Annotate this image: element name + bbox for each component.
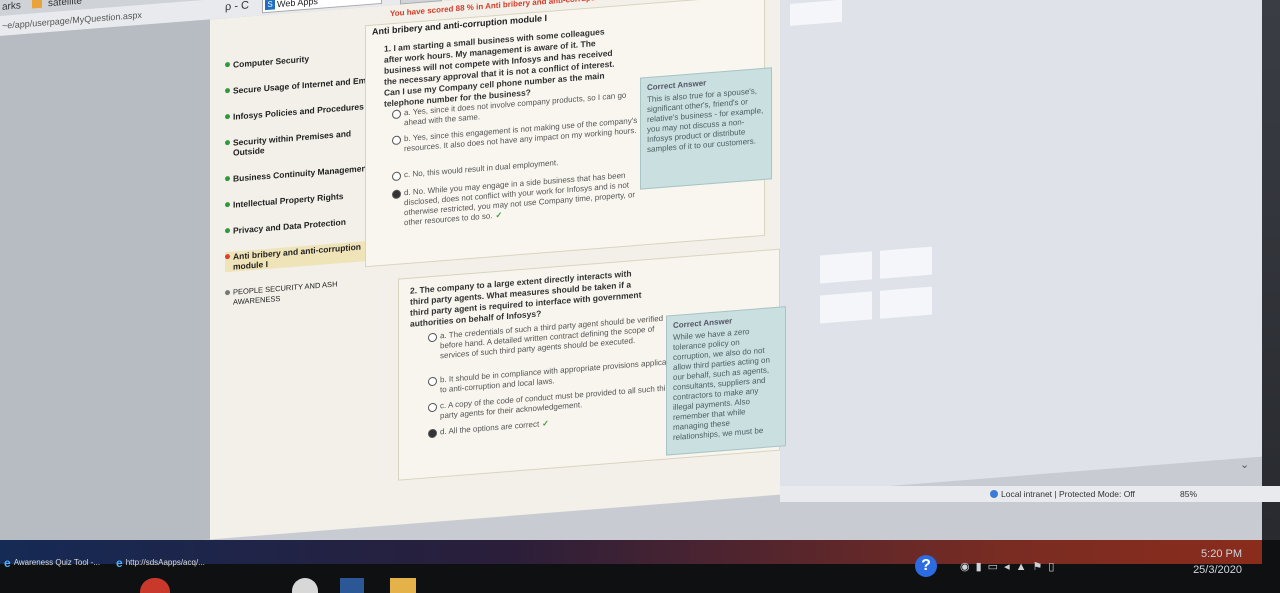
radio-button[interactable] [392,171,401,182]
taskbar-app-acq[interactable]: e http://sdsAapps/acq/... [116,556,205,570]
status-dot-icon [225,61,230,68]
display-icon[interactable]: ▯ [1048,561,1060,573]
security-zone-label: Local intranet | Protected Mode: Off [1001,489,1135,499]
app-tab-icon: S [265,0,275,11]
clock-time: 5:20 PM [1201,548,1242,560]
window-reflection [820,291,872,324]
right-blank-area [780,0,1262,495]
taskbar-app-label: http://sdsAapps/acq/... [125,558,205,567]
tab-label: Web Apps [277,0,318,10]
sidebar-item-label: PEOPLE SECURITY AND ASH AWARENESS [233,279,338,307]
flag-icon[interactable]: ⚑ [1033,561,1049,573]
radio-button[interactable] [392,135,401,146]
scroll-down-chevron-icon[interactable]: ⌄ [1240,458,1249,471]
radio-button-selected[interactable] [428,428,437,439]
word-icon[interactable] [340,578,364,593]
zoom-level[interactable]: 85% [1180,489,1197,499]
sidebar-item-anti-bribery[interactable]: Anti bribery and anti-corruption module … [225,239,393,273]
system-tray: ? [915,555,937,577]
system-clock[interactable]: 5:20 PM 25/3/2020 [1172,546,1242,578]
notification-icon[interactable]: ▲ [1016,561,1033,573]
status-dot-icon [225,87,230,94]
favorite-item[interactable]: arks [2,0,21,12]
sidebar-item-ip-rights[interactable]: Intellectual Property Rights [225,188,385,211]
taskbar-app-label: Awareness Quiz Tool -... [13,558,101,567]
search-refresh-icon[interactable]: ρ - Ċ [225,0,249,13]
monitor-screen: arks satellite ~e/app/userpage/MyQuestio… [0,0,1262,555]
help-icon[interactable]: ? [915,555,937,577]
radio-button[interactable] [428,402,437,413]
status-dot-icon [225,113,230,120]
battery-icon[interactable]: ▭ [988,561,1004,573]
window-reflection [790,0,842,26]
security-zone-indicator[interactable]: Local intranet | Protected Mode: Off [990,489,1135,499]
window-reflection [880,286,932,319]
sidebar-item-label: Anti bribery and anti-corruption module … [233,241,361,272]
sidebar-item-label: Business Continuity Management [233,162,370,184]
taskbar-app-quiz-tool[interactable]: e Awareness Quiz Tool -... [4,556,100,570]
tray-icons: ◉▮▭◂▲⚑▯ [960,560,1060,573]
globe-icon [990,490,998,498]
radio-button[interactable] [428,332,437,343]
network-icon[interactable]: ◉ [960,561,976,573]
left-gutter [0,19,210,555]
clock-date: 25/3/2020 [1193,564,1242,576]
browser-content: arks satellite ~e/app/userpage/MyQuestio… [0,0,1262,555]
window-reflection [820,251,872,284]
volume-icon[interactable]: ◂ [1004,561,1016,573]
favorite-item[interactable]: satellite [48,0,82,9]
ie-icon: e [4,556,11,570]
answer-text: While we have a zero tolerance policy on… [673,327,770,443]
folder-icon [32,0,42,9]
sidebar-item-label: Secure Usage of Internet and Email [233,74,376,96]
status-dot-icon [225,289,230,296]
file-explorer-icon[interactable] [390,578,416,593]
radio-button[interactable] [428,376,437,387]
status-dot-icon [225,139,230,146]
ie-icon: e [116,556,123,570]
sidebar-item-people-security[interactable]: PEOPLE SECURITY AND ASH AWARENESS [225,276,385,309]
window-reflection [880,246,932,279]
status-dot-icon [225,253,230,260]
sidebar-item-business-continuity[interactable]: Business Continuity Management [225,162,385,185]
check-mark-icon: ✓ [495,210,503,221]
status-dot-icon [225,201,230,208]
sidebar-item-internet-email[interactable]: Secure Usage of Internet and Email [225,74,385,97]
sidebar-item-label: Infosys Policies and Procedures [233,101,364,122]
sidebar-item-privacy[interactable]: Privacy and Data Protection [225,214,385,237]
radio-button-selected[interactable] [392,189,401,200]
sidebar-item-premises-security[interactable]: Security within Premises and Outside [225,126,385,159]
ie-status-bar: Local intranet | Protected Mode: Off 85% [780,486,1280,502]
sidebar-item-label: Privacy and Data Protection [233,216,346,236]
sidebar-item-label: Intellectual Property Rights [233,190,344,210]
status-dot-icon [225,227,230,234]
sidebar-item-policies[interactable]: Infosys Policies and Procedures [225,100,385,123]
signal-icon[interactable]: ▮ [976,561,988,573]
question-2-correct-answer: Correct Answer While we have a zero tole… [666,306,786,456]
module-sidebar: Computer Security Secure Usage of Intern… [225,48,393,325]
check-mark-icon: ✓ [542,418,549,429]
question-1-correct-answer: Correct Answer This is also true for a s… [640,67,772,190]
status-dot-icon [225,175,230,182]
radio-button[interactable] [392,109,401,120]
answer-text: This is also true for a spouse's, signif… [647,86,764,155]
sidebar-item-label: Security within Premises and Outside [233,128,352,158]
